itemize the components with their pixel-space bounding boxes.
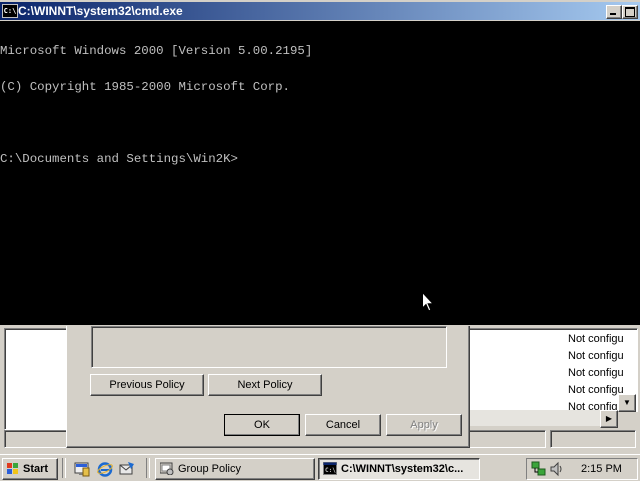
cmd-icon: C:\ [323, 462, 337, 475]
status-pane [550, 430, 636, 448]
taskbar-button-label: C:\WINNT\system32\c... [341, 463, 464, 475]
policy-setting-value[interactable]: Not configu [568, 367, 624, 379]
volume-icon[interactable] [549, 461, 565, 477]
windows-logo-icon [7, 463, 18, 474]
taskbar-separator [146, 458, 150, 478]
taskbar-button-group-policy[interactable]: Group Policy [155, 458, 315, 480]
minimize-icon [610, 13, 616, 15]
apply-button[interactable]: Apply [386, 414, 462, 436]
previous-policy-button[interactable]: Previous Policy [90, 374, 204, 396]
group-policy-icon [160, 462, 174, 475]
maximize-icon [625, 7, 635, 17]
taskbar: Start Group Policy C:\ C:\WINNT\system32… [0, 454, 640, 481]
mouse-pointer-icon [422, 292, 434, 312]
console-prompt[interactable]: C:\Documents and Settings\Win2K> [0, 153, 640, 165]
horizontal-scrollbar[interactable] [468, 410, 618, 426]
cmd-window: C:\ C:\WINNT\system32\cmd.exe Microsoft … [0, 0, 640, 326]
cmd-icon[interactable]: C:\ [2, 4, 18, 18]
console-line: (C) Copyright 1985-2000 Microsoft Corp. [0, 80, 290, 94]
outlook-express-icon[interactable] [119, 461, 135, 477]
show-desktop-icon[interactable] [74, 461, 90, 477]
minimize-button[interactable] [606, 5, 622, 19]
policy-description-box [91, 326, 447, 368]
scroll-down-button[interactable]: ▼ [618, 394, 636, 412]
cancel-button[interactable]: Cancel [305, 414, 381, 436]
cmd-titlebar[interactable]: C:\ C:\WINNT\system32\cmd.exe [0, 2, 640, 20]
next-policy-button[interactable]: Next Policy [208, 374, 322, 396]
policy-setting-value[interactable]: Not configu [568, 333, 624, 345]
taskbar-separator [62, 458, 66, 478]
tree-pane[interactable] [4, 328, 70, 430]
policy-setting-value[interactable]: Not configu [568, 384, 624, 396]
arrow-right-icon[interactable]: ▶ [600, 410, 618, 428]
ok-button[interactable]: OK [224, 414, 300, 436]
svg-text:C:\: C:\ [325, 467, 336, 474]
window-title: C:\WINNT\system32\cmd.exe [18, 4, 183, 18]
arrow-down-icon: ▼ [623, 398, 631, 407]
start-label: Start [23, 463, 49, 475]
policy-setting-value[interactable]: Not configu [568, 350, 624, 362]
clock[interactable]: 2:15 PM [581, 459, 622, 479]
maximize-button[interactable] [622, 5, 638, 19]
taskbar-button-cmd[interactable]: C:\ C:\WINNT\system32\c... [318, 458, 480, 480]
system-tray: 2:15 PM [526, 458, 638, 480]
taskbar-button-label: Group Policy [178, 463, 241, 475]
policy-list-pane[interactable]: Not configu Not configu Not configu Not … [468, 328, 638, 412]
console-output[interactable]: Microsoft Windows 2000 [Version 5.00.219… [0, 21, 640, 325]
start-button[interactable]: Start [2, 458, 58, 480]
internet-explorer-icon[interactable] [97, 461, 113, 477]
network-icon[interactable] [531, 461, 547, 477]
console-line: Microsoft Windows 2000 [Version 5.00.219… [0, 44, 313, 58]
